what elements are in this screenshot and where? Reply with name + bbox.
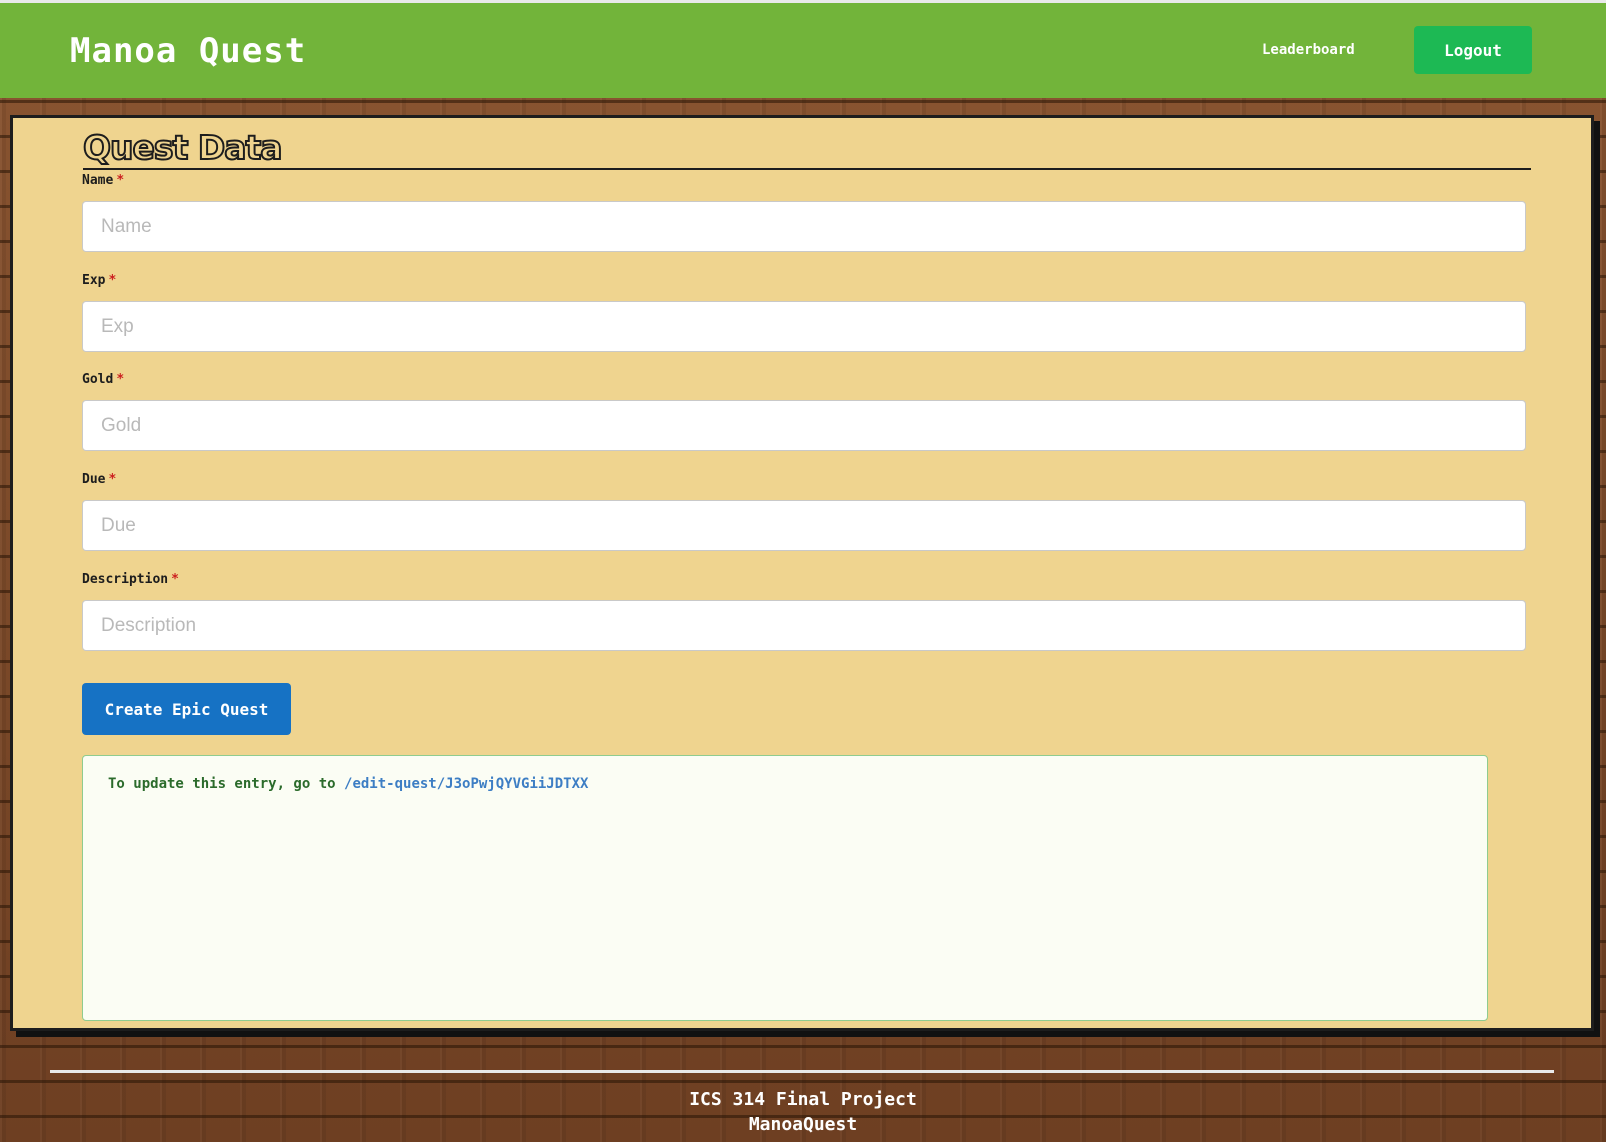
due-field: Due * [82,472,1532,551]
navbar: Manoa Quest Leaderboard Logout [0,3,1606,98]
edit-quest-link[interactable]: /edit-quest/J3oPwjQYVGiiJDTXX [344,776,588,792]
required-marker: * [108,472,117,487]
logout-button[interactable]: Logout [1414,26,1532,74]
name-input[interactable] [82,201,1526,252]
exp-input[interactable] [82,301,1526,352]
form-header: Quest Data [82,127,1531,170]
description-field: Description * [82,572,1532,651]
form-title: Quest Data [82,127,284,168]
nav-link-leaderboard[interactable]: Leaderboard [1262,42,1355,58]
footer-project-title: ICS 314 Final Project [689,1089,917,1110]
due-input[interactable] [82,500,1526,551]
required-marker: * [108,273,117,288]
required-marker: * [116,173,125,188]
brand-logo-link[interactable]: Manoa Quest [70,31,306,71]
name-label: Name * [82,173,125,188]
create-quest-button[interactable]: Create Epic Quest [82,683,291,735]
description-input[interactable] [82,600,1526,651]
exp-field: Exp * [82,273,1532,352]
due-label: Due * [82,472,117,487]
name-field: Name * [82,173,1532,252]
footer-divider [50,1070,1554,1073]
required-marker: * [116,372,125,387]
quest-form-panel: Quest Data Name* Exp* Gold* Due* Descrip… [10,115,1594,1031]
gold-field: Gold * [82,372,1532,451]
message-text: To update this entry, go to [108,776,345,792]
success-message: To update this entry, go to /edit-quest/… [82,755,1488,1021]
gold-input[interactable] [82,400,1526,451]
required-marker: * [171,572,179,587]
description-label: Description * [82,572,179,587]
footer-app-name: ManoaQuest [748,1114,858,1135]
exp-label: Exp * [82,273,117,288]
gold-label: Gold * [82,372,125,387]
